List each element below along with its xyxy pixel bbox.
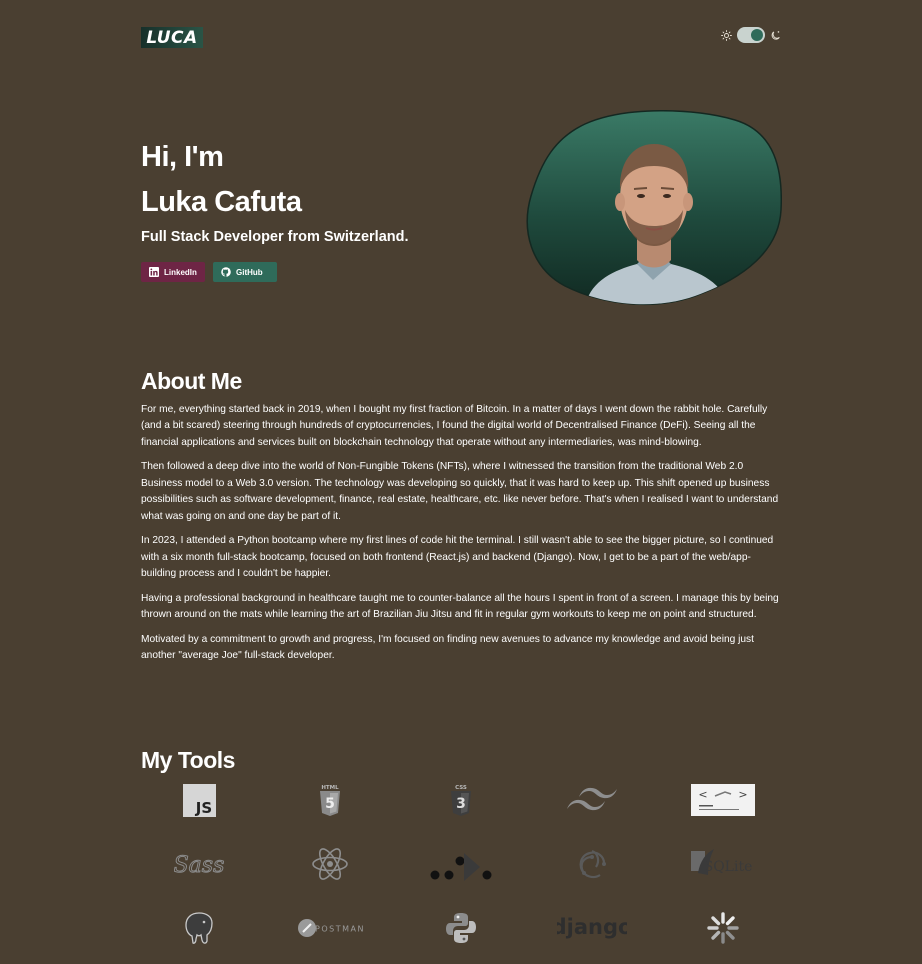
redux-icon: [579, 849, 606, 879]
sass-icon: Sass: [174, 853, 224, 879]
about-paragraph: Having a professional background in heal…: [141, 592, 779, 621]
vite-icon: [430, 853, 492, 881]
linkedin-label: LinkedIn: [164, 267, 197, 277]
theme-toggle[interactable]: [721, 27, 781, 43]
github-icon: [221, 267, 231, 277]
styled-components-icon: < >: [691, 784, 755, 816]
django-icon: django: [557, 915, 627, 939]
postgresql-icon: [185, 912, 213, 944]
github-button[interactable]: GitHub: [213, 262, 277, 282]
svg-text:3: 3: [456, 796, 466, 812]
about-title: About Me: [141, 368, 242, 394]
css3-label: CSS: [455, 785, 467, 791]
loader-icon: [707, 912, 739, 944]
social-buttons: LinkedIn GitHub: [141, 262, 277, 282]
postman-icon: POSTMAN: [298, 919, 363, 937]
svg-text:<: <: [698, 788, 707, 801]
site-logo[interactable]: LUCA: [141, 27, 203, 48]
tool-sass: Sass: [139, 842, 259, 886]
tool-vite: [401, 842, 521, 886]
tool-javascript: JS: [139, 778, 259, 822]
tool-postman: POSTMAN: [270, 906, 390, 950]
tool-postgresql: [139, 906, 259, 950]
moon-icon: [771, 30, 780, 40]
about-paragraph: Then followed a deep dive into the world…: [141, 461, 779, 522]
github-label: GitHub: [236, 267, 263, 277]
hero-name: Luka Cafuta: [141, 186, 302, 218]
css3-icon: CSS 3: [451, 785, 471, 816]
svg-text:5: 5: [325, 796, 335, 812]
tool-redux: [532, 842, 652, 886]
linkedin-icon: [149, 267, 159, 277]
python-icon: [446, 913, 476, 943]
html5-icon: HTML 5: [320, 785, 340, 816]
tailwind-icon: [567, 787, 617, 811]
svg-text:>: >: [738, 788, 747, 801]
profile-portrait: [526, 110, 782, 306]
tool-css3: CSS 3: [401, 778, 521, 822]
linkedin-button[interactable]: LinkedIn: [141, 262, 205, 282]
sqlite-label: SQLite: [704, 859, 753, 875]
sqlite-icon: SQLite: [691, 849, 753, 875]
tools-title: My Tools: [141, 747, 235, 773]
tool-sqlite: SQLite: [663, 842, 783, 886]
hero-greeting: Hi, I'm: [141, 141, 224, 173]
sun-icon: [721, 29, 732, 41]
about-paragraph: For me, everything started back in 2019,…: [141, 404, 768, 448]
about-paragraph: Motivated by a commitment to growth and …: [141, 633, 754, 662]
tool-django: django: [532, 906, 652, 950]
html5-label: HTML: [321, 785, 339, 791]
tool-python: [401, 906, 521, 950]
hero-subtitle: Full Stack Developer from Switzerland.: [141, 229, 409, 245]
theme-switch[interactable]: [737, 27, 765, 43]
sass-label: Sass: [174, 853, 224, 878]
tool-html5: HTML 5: [270, 778, 390, 822]
about-paragraph: In 2023, I attended a Python bootcamp wh…: [141, 535, 774, 580]
tool-react: [270, 842, 390, 886]
tool-loader: [663, 906, 783, 950]
postman-label: POSTMAN: [315, 925, 363, 934]
theme-switch-knob: [751, 29, 763, 41]
about-text: For me, everything started back in 2019,…: [141, 402, 783, 673]
react-icon: [312, 848, 348, 880]
django-label: django: [557, 915, 627, 939]
tool-tailwind: [532, 778, 652, 822]
javascript-icon: JS: [182, 783, 216, 817]
javascript-label: JS: [194, 799, 211, 817]
tool-styled-components: < >: [663, 778, 783, 822]
